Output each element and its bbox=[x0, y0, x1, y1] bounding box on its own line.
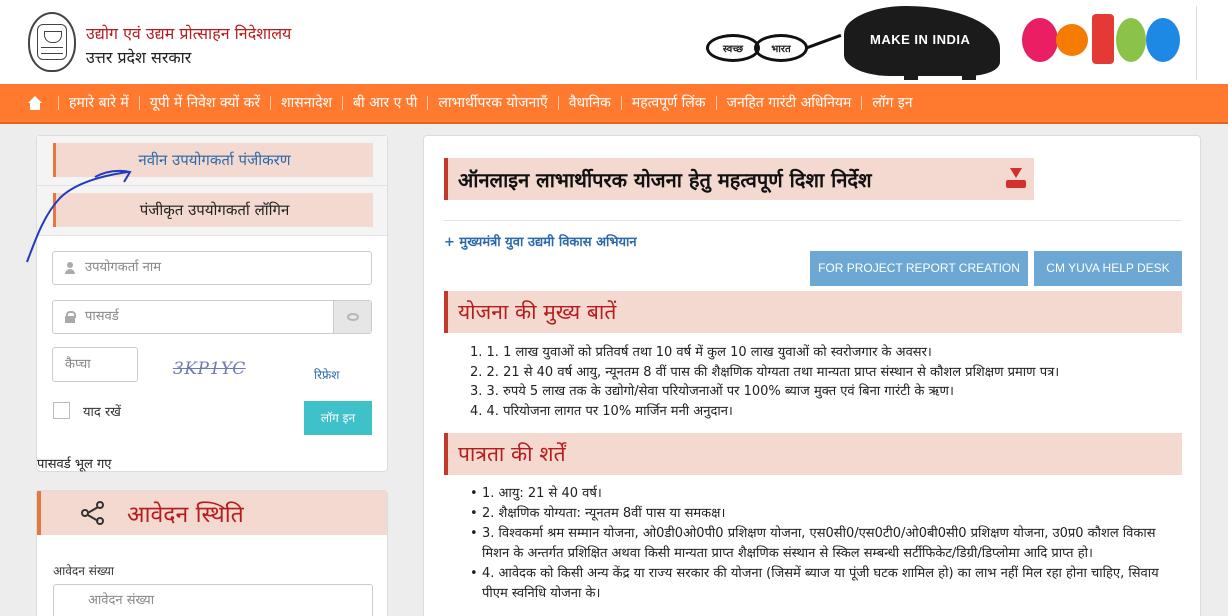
swachh-left-lens: स्वच्छ bbox=[706, 34, 760, 62]
eligibility-header: पात्रता की शर्तें bbox=[444, 433, 1182, 475]
key-features-list: 1. 1. 1 लाख युवाओं को प्रतिवर्ष तथा 10 व… bbox=[470, 343, 1190, 421]
download-icon[interactable] bbox=[1006, 168, 1026, 188]
nav-login[interactable]: लॉग इन bbox=[861, 96, 922, 110]
application-status-header: आवेदन स्थिति bbox=[37, 491, 387, 535]
list-item: 4. 4. परियोजना लागत पर 10% मार्जिन मनी अ… bbox=[470, 403, 733, 419]
captcha-image: 3KP1YC bbox=[173, 359, 246, 379]
nav-important-links[interactable]: महत्वपूर्ण लिंक bbox=[620, 96, 716, 110]
remember-me-label: याद रखें bbox=[83, 405, 121, 420]
captcha-refresh-link[interactable]: रिफ्रेश bbox=[314, 366, 339, 383]
nav-statutory[interactable]: वैधानिक bbox=[557, 96, 621, 110]
cm-yuva-scheme-link[interactable]: + मुख्यमंत्री युवा उद्यमी विकास अभियान bbox=[444, 232, 637, 250]
nav-government-orders[interactable]: शासनादेश bbox=[270, 96, 342, 110]
guidelines-panel: ऑनलाइन लाभार्थीपरक योजना हेतु महत्वपूर्ण… bbox=[423, 135, 1201, 616]
nav-beneficiary-schemes[interactable]: लाभार्थीपरक योजनाएँ bbox=[427, 96, 557, 110]
share-icon bbox=[81, 501, 107, 525]
list-item: 3. 3. रुपये 5 लाख तक के उद्योगो/सेवा परि… bbox=[470, 384, 954, 399]
key-features-title: योजना की मुख्य बातें bbox=[458, 300, 617, 324]
odop-logo bbox=[1022, 10, 1182, 68]
application-number-input[interactable]: आवेदन संख्या bbox=[53, 584, 373, 616]
nav-about[interactable]: हमारे बारे में bbox=[58, 96, 139, 110]
list-item: 3. विश्वकर्मा श्रम सम्मान योजना, ओ0डी0ओ0… bbox=[470, 524, 1182, 564]
guidelines-title: ऑनलाइन लाभार्थीपरक योजना हेतु महत्वपूर्ण… bbox=[458, 168, 872, 192]
main-nav: हमारे बारे में यूपी में निवेश क्यों करें… bbox=[0, 84, 1228, 124]
eligibility-title: पात्रता की शर्तें bbox=[458, 442, 566, 466]
password-placeholder: पासवर्ड bbox=[85, 309, 119, 324]
remember-me-checkbox[interactable] bbox=[53, 402, 70, 419]
nav-why-invest[interactable]: यूपी में निवेश क्यों करें bbox=[138, 96, 270, 110]
cm-yuva-helpdesk-button[interactable]: CM YUVA HELP DESK bbox=[1034, 251, 1182, 286]
application-number-label: आवेदन संख्या bbox=[53, 564, 114, 578]
nav-public-guarantee-act[interactable]: जनहित गारंटी अधिनियम bbox=[715, 96, 862, 110]
make-in-india-logo: MAKE IN INDIA bbox=[844, 6, 1000, 80]
forgot-password-link[interactable]: पासवर्ड भूल गए bbox=[37, 454, 111, 472]
guidelines-header: ऑनलाइन लाभार्थीपरक योजना हेतु महत्वपूर्ण… bbox=[444, 158, 1034, 200]
list-item: 1. 1. 1 लाख युवाओं को प्रतिवर्ष तथा 10 व… bbox=[470, 345, 932, 360]
eligibility-list: 1. आयु: 21 से 40 वर्ष। 2. शैक्षणिक योग्य… bbox=[470, 484, 1182, 604]
key-features-header: योजना की मुख्य बातें bbox=[444, 291, 1182, 333]
nav-brap[interactable]: बी आर ए पी bbox=[342, 96, 427, 110]
list-item: 2. शैक्षणिक योग्यता: न्यूनतम 8वीं पास या… bbox=[470, 504, 1182, 524]
make-in-india-text: MAKE IN INDIA bbox=[870, 32, 971, 47]
org-subtitle: उत्तर प्रदेश सरकार bbox=[86, 48, 192, 67]
application-status-title: आवेदन स्थिति bbox=[127, 502, 244, 528]
site-header: उद्योग एवं उद्यम प्रोत्साहन निदेशालय उत्… bbox=[0, 0, 1228, 84]
captcha-input[interactable]: कैप्चा bbox=[52, 347, 138, 382]
application-status-panel: आवेदन स्थिति आवेदन संख्या आवेदन संख्या bbox=[36, 490, 388, 616]
list-item: 2. 2. 21 से 40 वर्ष आयु, न्यूनतम 8 वीं प… bbox=[470, 364, 1060, 380]
swachh-bharat-logo: स्वच्छ भारत bbox=[706, 28, 846, 68]
list-item: 1. आयु: 21 से 40 वर्ष। bbox=[470, 484, 1182, 504]
lock-icon bbox=[64, 311, 76, 323]
show-password-button[interactable] bbox=[333, 301, 371, 333]
login-button[interactable]: लॉग इन bbox=[304, 401, 372, 435]
list-item: 4. आवेदक को किसी अन्य केंद्र या राज्य सर… bbox=[470, 564, 1182, 604]
password-field[interactable]: पासवर्ड bbox=[52, 300, 372, 334]
eye-icon bbox=[346, 313, 359, 321]
swachh-right-lens: भारत bbox=[754, 34, 808, 62]
org-title: उद्योग एवं उद्यम प्रोत्साहन निदेशालय bbox=[86, 24, 292, 43]
annotation-arrow-icon bbox=[26, 169, 132, 263]
project-report-button[interactable]: FOR PROJECT REPORT CREATION bbox=[810, 251, 1028, 286]
home-icon[interactable] bbox=[28, 96, 42, 110]
up-emblem-icon bbox=[28, 12, 76, 72]
